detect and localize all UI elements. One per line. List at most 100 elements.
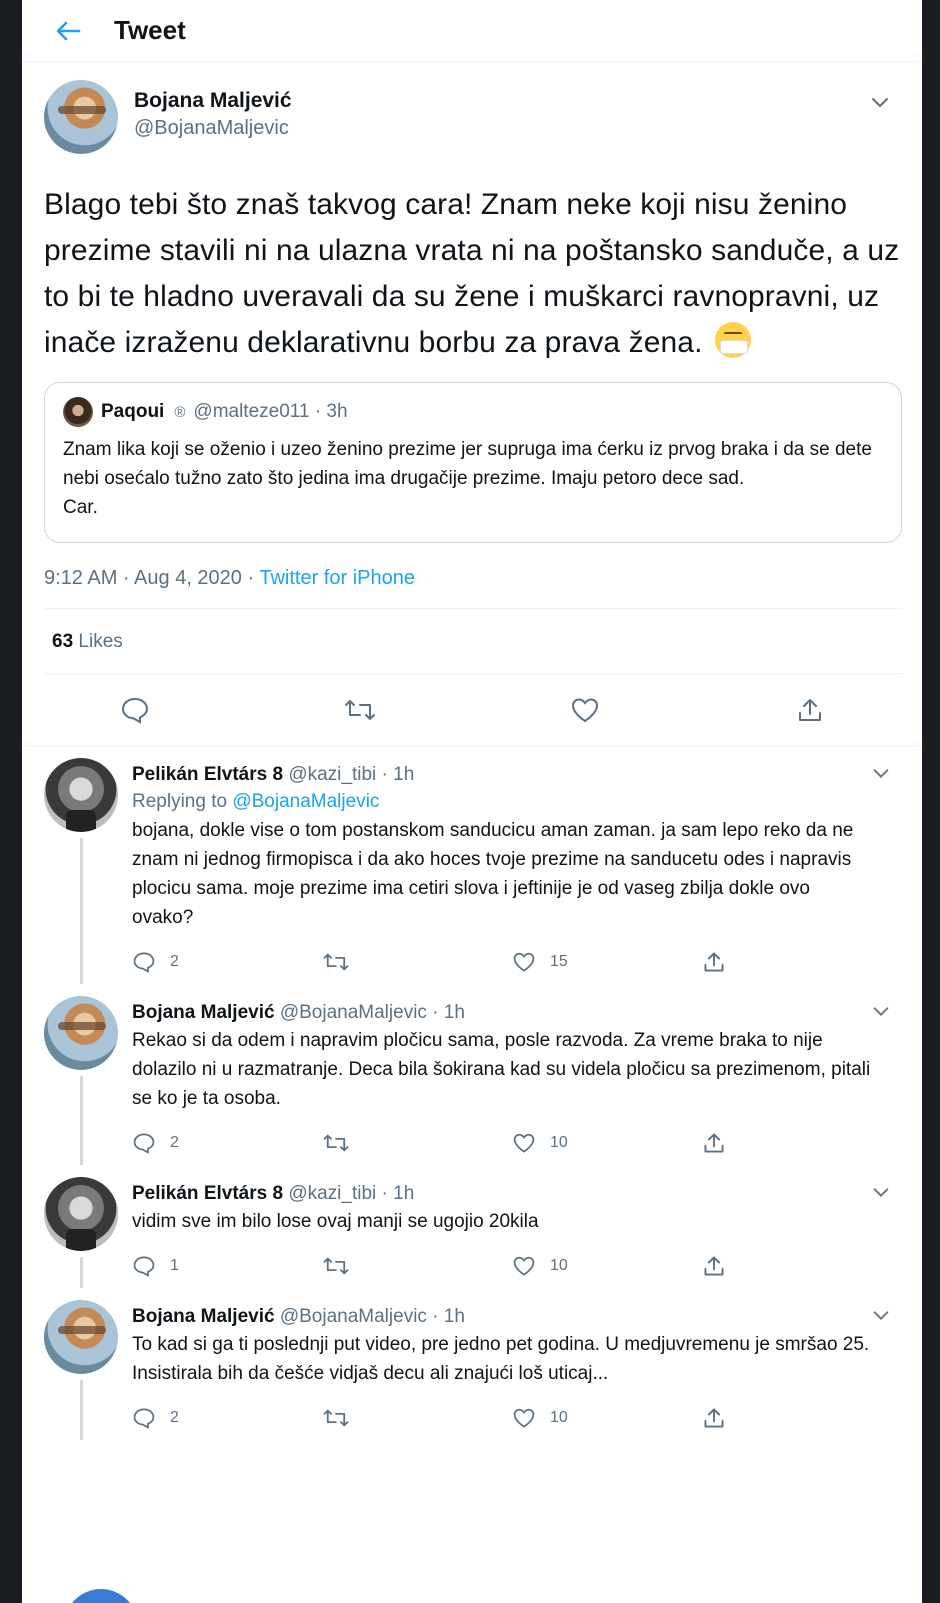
tweet-page: Tweet Bojana Maljević @BojanaMaljevic Bl… — [22, 0, 922, 1603]
comment-icon — [133, 1408, 155, 1429]
reply-options-button[interactable] — [870, 1304, 892, 1326]
share-button[interactable] — [702, 1406, 762, 1430]
replying-prefix: Replying to — [132, 791, 233, 812]
like-count: 15 — [550, 953, 568, 970]
reply-text: bojana, dokle vise o tom postanskom sand… — [132, 820, 854, 928]
thread-line — [79, 1380, 83, 1440]
tweet-body: Blago tebi što znaš takvog cara! Znam ne… — [44, 188, 900, 359]
reply-count: 2 — [170, 953, 179, 970]
reply-actions: 2 10 — [132, 1396, 872, 1440]
source-link[interactable]: Twitter for iPhone — [259, 567, 415, 589]
comment-icon — [133, 1133, 155, 1154]
chevron-down-icon — [873, 1188, 889, 1197]
reply-tweet[interactable]: Bojana Maljević @BojanaMaljevic · 1h To … — [22, 1288, 922, 1440]
quote-text: Znam lika koji se oženio i uzeo ženino p… — [63, 439, 872, 489]
comment-icon — [133, 952, 155, 973]
share-button[interactable] — [702, 1254, 762, 1278]
reply-handle-time[interactable]: @kazi_tibi · 1h — [288, 764, 414, 785]
like-button[interactable]: 15 — [512, 951, 572, 973]
like-button[interactable]: 10 — [512, 1407, 572, 1429]
retweet-icon — [323, 953, 349, 971]
quoted-tweet[interactable]: Paqoui ® @malteze011 · 3h Znam lika koji… — [44, 382, 902, 543]
next-reply-peek — [22, 1585, 922, 1603]
avatar[interactable] — [44, 758, 118, 832]
share-icon — [704, 952, 724, 972]
replying-to-link[interactable]: @BojanaMaljevic — [232, 791, 379, 812]
comment-icon — [121, 697, 148, 724]
reply-handle-time[interactable]: @BojanaMaljevic · 1h — [280, 1002, 465, 1023]
comment-icon — [133, 1256, 155, 1277]
reply-author-name[interactable]: Bojana Maljević — [132, 1306, 275, 1327]
reply-author-name[interactable]: Bojana Maljević — [132, 1002, 275, 1023]
likes-number: 63 — [52, 631, 74, 652]
reply-tweet[interactable]: Pelikán Elvtárs 8 @kazi_tibi · 1h vidim … — [22, 1165, 922, 1288]
replying-to: Replying to @BojanaMaljevic — [132, 788, 872, 816]
face-with-mask-icon — [714, 322, 751, 358]
reply-button[interactable]: 1 — [132, 1255, 192, 1277]
timestamp[interactable]: 9:12 AM · Aug 4, 2020 · — [44, 567, 259, 589]
avatar — [64, 1589, 138, 1603]
reply-tweet[interactable]: Bojana Maljević @BojanaMaljevic · 1h Rek… — [22, 984, 922, 1165]
share-icon — [704, 1256, 724, 1276]
arrow-left-icon — [56, 21, 81, 40]
reply-button[interactable] — [118, 693, 152, 727]
reply-handle-time[interactable]: @BojanaMaljevic · 1h — [280, 1306, 465, 1327]
thread-line — [79, 1076, 83, 1165]
like-button[interactable] — [568, 693, 602, 727]
quote-author-name: Paqoui — [101, 401, 165, 422]
likes-count[interactable]: 63 Likes — [44, 609, 902, 674]
reply-text: vidim sve im bilo lose ovaj manji se ugo… — [132, 1211, 539, 1232]
like-count: 10 — [550, 1134, 568, 1151]
reply-button[interactable]: 2 — [132, 951, 192, 973]
retweet-icon — [344, 699, 375, 720]
avatar[interactable] — [44, 1300, 118, 1374]
reply-button[interactable]: 2 — [132, 1132, 192, 1154]
share-icon — [704, 1408, 724, 1428]
thread-line — [79, 1257, 83, 1288]
reply-actions: 1 10 — [132, 1244, 872, 1288]
avatar[interactable] — [44, 1177, 118, 1251]
heart-icon — [571, 697, 598, 722]
reply-options-button[interactable] — [870, 762, 892, 784]
back-button[interactable] — [48, 11, 88, 51]
page-title: Tweet — [114, 15, 186, 45]
avatar[interactable] — [44, 80, 118, 154]
avatar[interactable] — [44, 996, 118, 1070]
more-options-button[interactable] — [868, 90, 892, 114]
reply-count: 1 — [170, 1257, 179, 1274]
author-name[interactable]: Bojana Maljević — [134, 88, 292, 114]
retweet-button[interactable] — [322, 1132, 382, 1154]
like-button[interactable]: 10 — [512, 1255, 572, 1277]
retweet-button[interactable] — [343, 693, 377, 727]
reply-text: To kad si ga ti poslednji put video, pre… — [132, 1334, 870, 1384]
reply-handle-time[interactable]: @kazi_tibi · 1h — [288, 1183, 414, 1204]
tweet-meta: 9:12 AM · Aug 4, 2020 · Twitter for iPho… — [44, 567, 902, 609]
page-header: Tweet — [22, 0, 922, 62]
retweet-icon — [323, 1409, 349, 1427]
author-handle[interactable]: @BojanaMaljevic — [134, 114, 292, 142]
author-row: Bojana Maljević @BojanaMaljevic — [44, 80, 902, 154]
share-button[interactable] — [702, 950, 762, 974]
reply-author-name[interactable]: Pelikán Elvtárs 8 — [132, 764, 283, 785]
like-button[interactable]: 10 — [512, 1132, 572, 1154]
reply-options-button[interactable] — [870, 1181, 892, 1203]
retweet-icon — [323, 1134, 349, 1152]
heart-icon — [513, 1133, 535, 1153]
reply-options-button[interactable] — [870, 1000, 892, 1022]
quote-avatar — [63, 397, 93, 427]
share-button[interactable] — [702, 1131, 762, 1155]
reply-author-name[interactable]: Pelikán Elvtárs 8 — [132, 1183, 283, 1204]
retweet-button[interactable] — [322, 1407, 382, 1429]
reply-button[interactable]: 2 — [132, 1407, 192, 1429]
registered-badge-icon: ® — [174, 403, 186, 421]
reply-count: 2 — [170, 1134, 179, 1151]
retweet-button[interactable] — [322, 1255, 382, 1277]
reply-tweet[interactable]: Pelikán Elvtárs 8 @kazi_tibi · 1h Replyi… — [22, 746, 922, 984]
retweet-icon — [323, 1257, 349, 1275]
reply-actions: 2 10 — [132, 1121, 872, 1165]
share-button[interactable] — [793, 693, 827, 727]
chevron-down-icon — [873, 769, 889, 778]
tweet-actions — [22, 674, 922, 746]
retweet-button[interactable] — [322, 951, 382, 973]
like-count: 10 — [550, 1257, 568, 1274]
